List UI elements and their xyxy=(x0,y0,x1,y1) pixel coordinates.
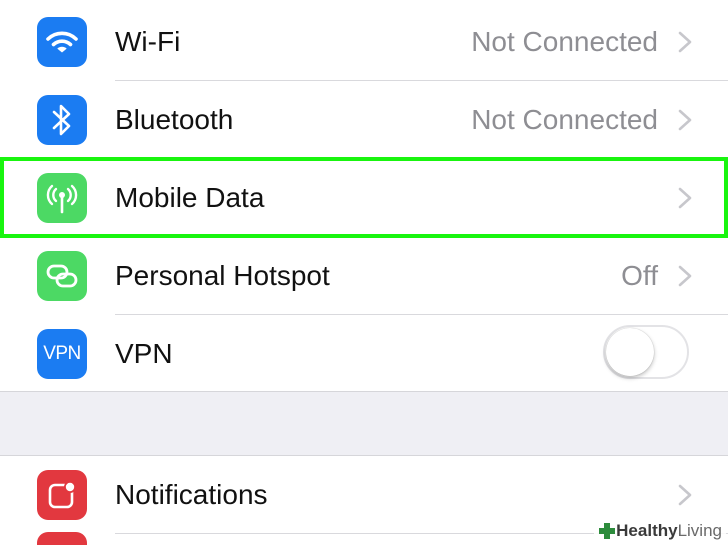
bluetooth-icon xyxy=(37,95,87,145)
bluetooth-label: Bluetooth xyxy=(115,104,234,135)
watermark-text-strong: Healthy xyxy=(616,521,678,540)
row-bluetooth[interactable]: Bluetooth Not Connected xyxy=(0,81,728,159)
personal-hotspot-status: Off xyxy=(621,260,658,291)
bluetooth-status: Not Connected xyxy=(471,104,658,135)
partial-next-row-icon xyxy=(37,532,87,545)
health-cross-icon xyxy=(599,523,616,539)
chevron-right-icon xyxy=(678,265,692,287)
vpn-icon: VPN xyxy=(37,329,87,379)
antenna-icon xyxy=(37,173,87,223)
toggle-knob xyxy=(606,328,654,376)
notifications-label: Notifications xyxy=(115,479,268,510)
chevron-right-icon xyxy=(678,187,692,209)
vpn-icon-text: VPN xyxy=(43,343,81,364)
chevron-right-icon xyxy=(678,31,692,53)
settings-group-connectivity: Wi-Fi Not Connected Bluetooth Not Connec… xyxy=(0,0,728,392)
mobile-data-label: Mobile Data xyxy=(115,182,265,213)
wifi-icon xyxy=(37,17,87,67)
vpn-label: VPN xyxy=(115,338,173,369)
settings-screen: Wi-Fi Not Connected Bluetooth Not Connec… xyxy=(0,0,728,545)
notifications-icon xyxy=(37,470,87,520)
hotspot-icon xyxy=(37,251,87,301)
personal-hotspot-label: Personal Hotspot xyxy=(115,260,330,291)
row-personal-hotspot[interactable]: Personal Hotspot Off xyxy=(0,237,728,315)
row-wifi[interactable]: Wi-Fi Not Connected xyxy=(0,3,728,81)
wifi-status: Not Connected xyxy=(471,26,658,57)
watermark: Healthy Living xyxy=(594,519,726,543)
wifi-label: Wi-Fi xyxy=(115,26,181,57)
watermark-text-light: Living xyxy=(677,521,722,540)
vpn-toggle[interactable] xyxy=(603,325,689,379)
chevron-right-icon xyxy=(678,109,692,131)
chevron-right-icon xyxy=(678,484,692,506)
row-mobile-data[interactable]: Mobile Data xyxy=(0,159,728,237)
